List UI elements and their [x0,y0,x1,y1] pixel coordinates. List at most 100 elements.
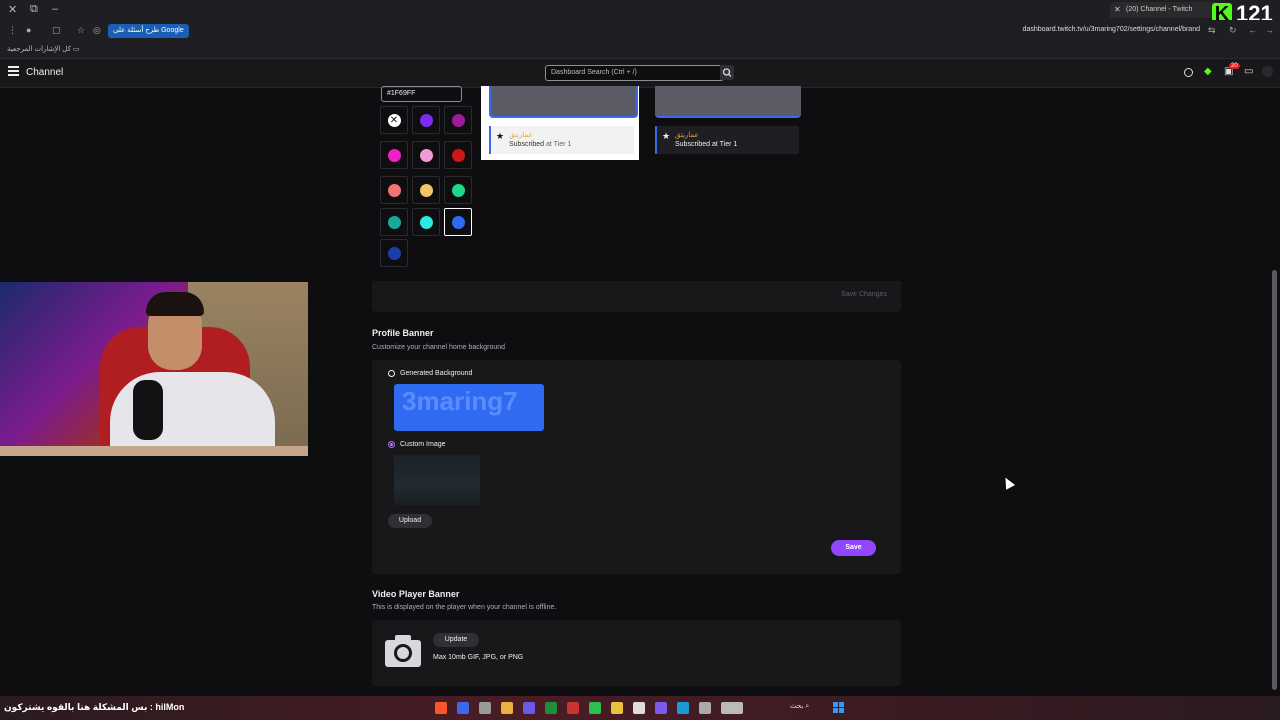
subscriber-card-light: ★ عماريتق Subscribed at Tier 1 [489,126,634,154]
color-swatch-selected[interactable] [444,208,472,236]
settings-icon[interactable] [479,702,491,714]
folder-icon[interactable] [611,702,623,714]
swatch-dot [419,148,433,162]
dark-theme-preview: ★ عماريتق Subscribed at Tier 1 [655,86,801,160]
webcam-person-hair [146,292,204,316]
app-icon[interactable] [721,702,743,714]
extensions-icon[interactable]: ▢ [52,25,61,36]
help-icon[interactable] [1184,68,1193,77]
whispers-icon[interactable]: ▭ [1244,66,1253,77]
swatch-dot [451,183,465,197]
search-button[interactable] [720,65,734,80]
chat-marquee: بس المشكلة هنا بالقوه يشتركون : hilMon [4,702,185,712]
color-swatch[interactable] [444,176,472,204]
google-search-pill[interactable]: طرح أسئلة على Google [108,24,189,38]
dashboard-search-input[interactable]: Dashboard Search (Ctrl + /) [545,65,724,81]
page-scrollbar[interactable] [1272,88,1277,696]
profile-banner-panel: Generated Background 3maring7 Custom Ima… [372,360,901,574]
swatch-dot [451,113,465,127]
generated-background-label: Generated Background [400,370,473,377]
app-icon[interactable] [457,702,469,714]
color-swatch[interactable] [412,106,440,134]
all-bookmarks-link[interactable]: كل الإشارات المرجعية ▭ [7,45,80,53]
minimize-window-icon[interactable]: – [52,3,58,15]
video-player-banner-panel: Update Max 10mb GIF, JPG, or PNG [372,620,901,686]
camera-icon [385,635,421,667]
video-player-banner-title: Video Player Banner [372,589,460,599]
subscriber-card-dark: ★ عماريتق Subscribed at Tier 1 [655,126,799,154]
taskbar-search-label: بحث [790,703,804,710]
clear-icon: ✕ [387,113,401,127]
swatch-dot [387,183,401,197]
hex-color-input[interactable]: #1F69FF [381,86,462,102]
avatar[interactable] [1262,66,1273,77]
close-window-icon[interactable]: ✕ [8,3,17,16]
browser-tab[interactable]: ✕ (20) Channel - Twitch [1110,2,1220,18]
search-icon [722,68,732,77]
tab-title: (20) Channel - Twitch [1126,6,1193,13]
color-swatch[interactable] [444,141,472,169]
back-icon[interactable]: ← [1248,25,1257,35]
app-icon[interactable] [699,702,711,714]
app-icon[interactable] [655,702,667,714]
view-icon[interactable]: ◎ [93,25,101,36]
taskbar-search[interactable]: بحث ⌕ [790,702,809,711]
subscriber-username: عماريتق [675,132,699,139]
menu-dots-icon[interactable]: ⋮ [8,25,17,36]
excel-icon[interactable] [545,702,557,714]
preview-player-placeholder [489,86,638,118]
subscriber-username: عماريتق [509,132,533,139]
discord-icon[interactable] [523,702,535,714]
tier-prefix: Subscribed [509,141,545,148]
brave-icon[interactable] [435,702,447,714]
bookmarks-bar: كل الإشارات المرجعية ▭ [0,42,1280,59]
notification-badge: 20 [1229,63,1240,69]
play-icon[interactable] [589,702,601,714]
custom-image-radio[interactable] [388,441,395,448]
all-bookmarks-label: كل الإشارات المرجعية [7,46,71,53]
translate-icon[interactable]: ⇆ [1208,25,1216,36]
custom-image-option[interactable]: Custom Image [388,441,446,448]
save-changes-button[interactable]: Save Changes [841,291,887,298]
color-swatch[interactable] [444,106,472,134]
forward-icon[interactable]: → [1265,25,1274,35]
swatch-dot [387,215,401,229]
app-icon[interactable] [567,702,579,714]
custom-image-thumbnail [394,455,480,505]
color-swatch[interactable] [380,176,408,204]
notes-icon[interactable] [633,702,645,714]
webcam-overlay [0,282,308,456]
hex-color-value: #1F69FF [387,90,416,97]
color-swatch[interactable] [380,208,408,236]
chrome-icon[interactable] [501,702,513,714]
mouse-cursor-icon [1001,475,1015,490]
save-button[interactable]: Save [831,540,876,556]
color-swatch[interactable] [380,141,408,169]
edge-icon[interactable] [677,702,689,714]
generated-background-option[interactable]: Generated Background [388,370,472,377]
clear-color-swatch[interactable]: ✕ [380,106,408,134]
color-swatch[interactable] [412,176,440,204]
reload-icon[interactable]: ↻ [1229,25,1237,36]
scrollbar-thumb[interactable] [1272,270,1277,690]
prime-loot-icon[interactable]: ◆ [1204,66,1212,77]
subscriber-tier: Subscribed at Tier 1 [509,141,571,148]
url-field[interactable]: dashboard.twitch.tv/u/3maring702/setting… [1023,26,1200,33]
color-swatch[interactable] [412,208,440,236]
star-icon: ★ [662,131,671,141]
microphone-icon [133,380,163,440]
color-swatch[interactable] [380,239,408,267]
star-bookmark-icon[interactable]: ☆ [77,25,85,36]
light-theme-preview: ★ عماريتق Subscribed at Tier 1 [481,86,639,160]
color-swatch[interactable] [412,141,440,169]
swatch-dot [419,215,433,229]
close-tab-icon[interactable]: ✕ [1114,2,1121,18]
update-button[interactable]: Update [433,633,479,647]
upload-button[interactable]: Upload [388,514,432,528]
windows-start-icon[interactable] [833,702,844,713]
hamburger-menu-icon[interactable] [8,66,19,76]
generated-background-radio[interactable] [388,370,395,377]
restore-window-icon[interactable]: ⧉ [30,3,38,16]
page-title: Channel [26,67,64,78]
record-icon[interactable]: ● [26,25,31,35]
